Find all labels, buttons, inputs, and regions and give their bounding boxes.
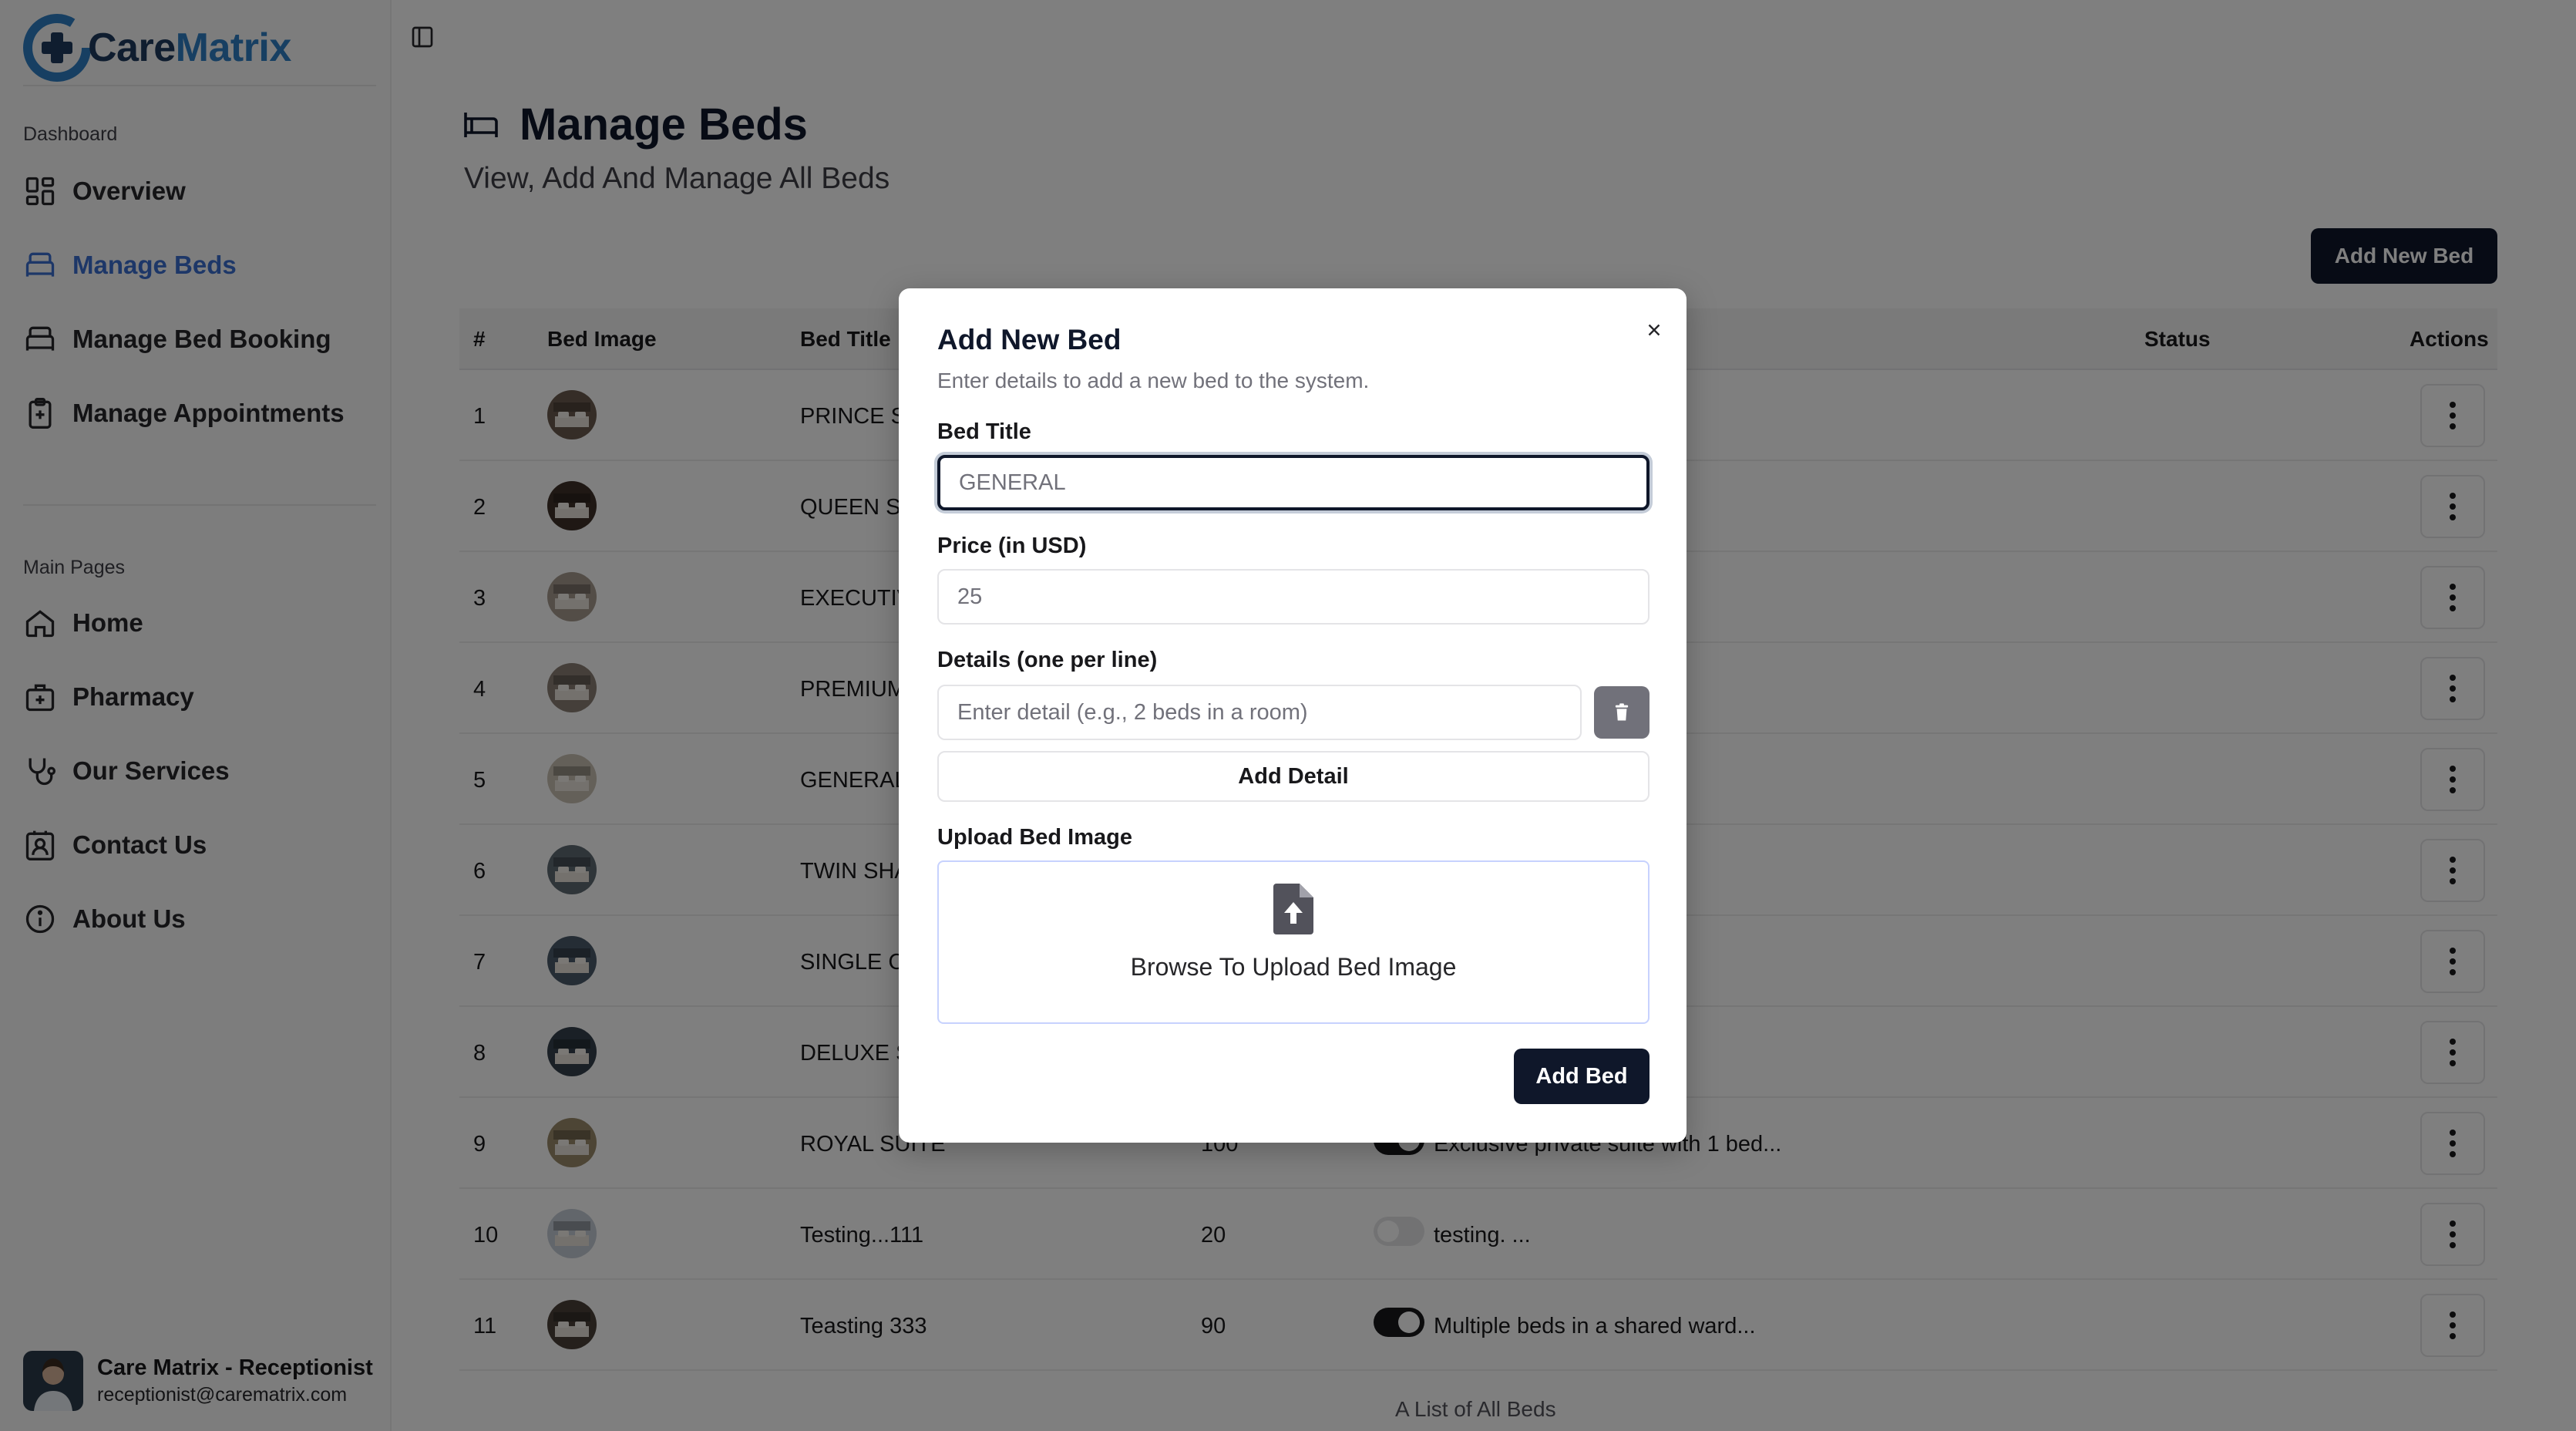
price-input[interactable]: 25 (937, 569, 1650, 625)
detail-input[interactable]: Enter detail (e.g., 2 beds in a room) (937, 685, 1582, 740)
bed-title-label: Bed Title (937, 419, 1031, 444)
add-bed-button[interactable]: Add Bed (1514, 1049, 1650, 1104)
bed-title-value: GENERAL (959, 470, 1066, 495)
details-label: Details (one per line) (937, 648, 1158, 672)
close-icon (1648, 324, 1660, 336)
upload-text: Browse To Upload Bed Image (1130, 953, 1457, 981)
detail-placeholder: Enter detail (e.g., 2 beds in a room) (957, 699, 1308, 725)
price-label: Price (in USD) (937, 534, 1087, 558)
upload-label: Upload Bed Image (937, 825, 1132, 850)
remove-detail-button[interactable] (1594, 686, 1650, 739)
price-value: 25 (957, 584, 983, 609)
close-button[interactable] (1639, 315, 1670, 345)
bed-title-input[interactable]: GENERAL (937, 455, 1650, 510)
dialog-title: Add New Bed (937, 324, 1122, 355)
trash-icon (1615, 703, 1629, 721)
add-new-bed-dialog: Add New Bed Enter details to add a new b… (899, 288, 1687, 1143)
file-upload-icon (1273, 884, 1313, 934)
upload-dropzone[interactable]: Browse To Upload Bed Image (937, 860, 1650, 1024)
add-detail-button[interactable]: Add Detail (937, 751, 1650, 802)
dialog-description: Enter details to add a new bed to the sy… (937, 369, 1370, 392)
